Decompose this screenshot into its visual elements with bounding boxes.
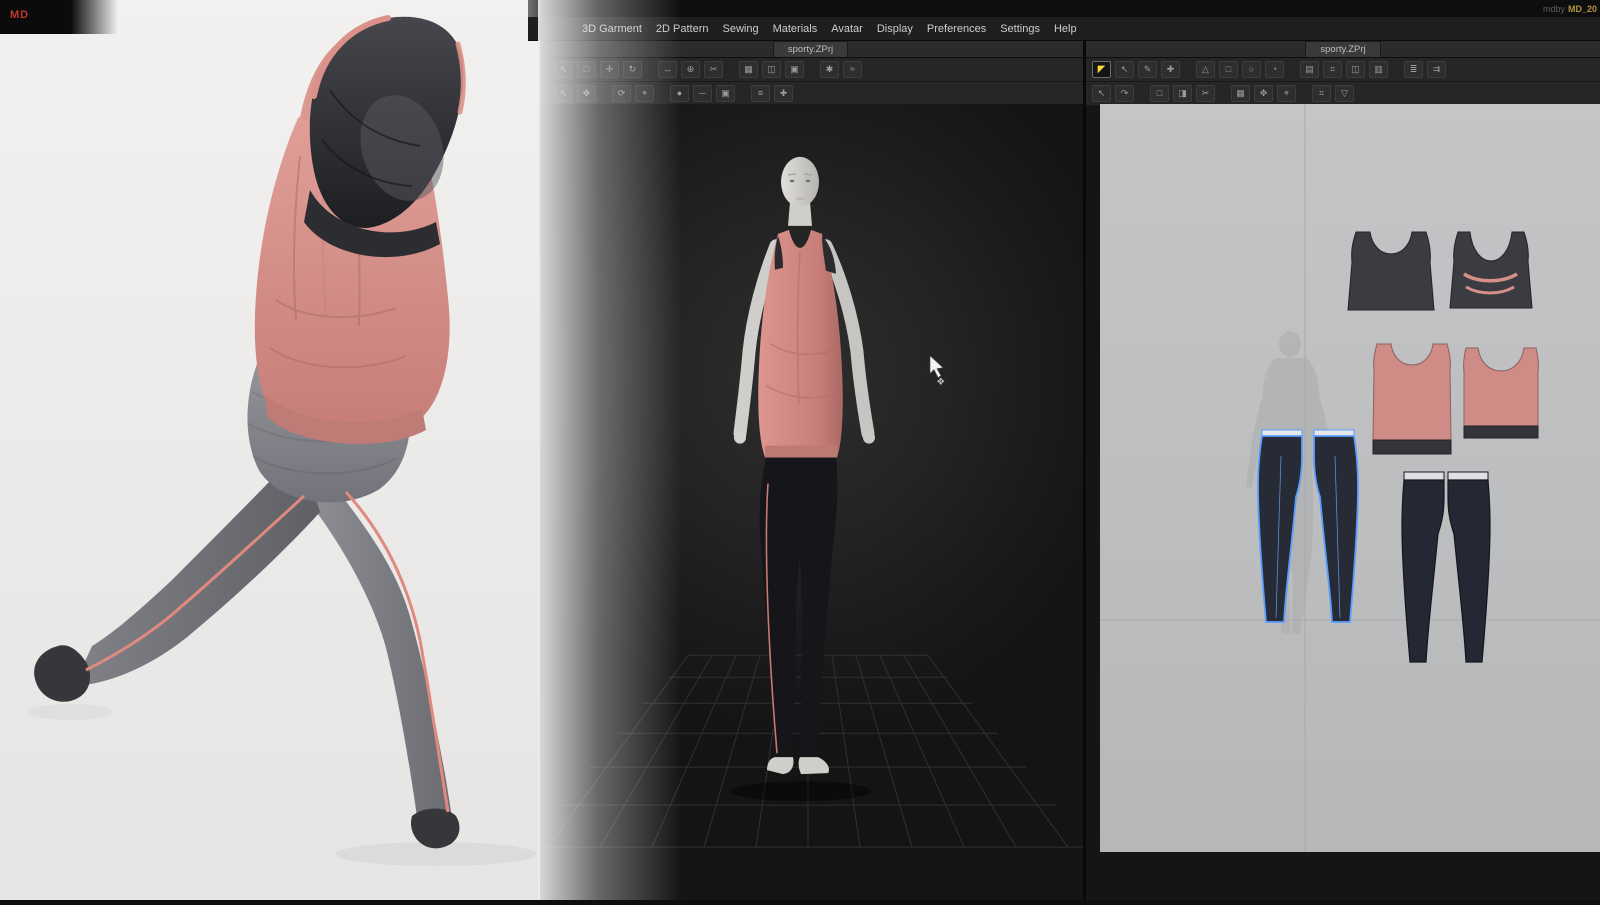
move-tool-icon[interactable]: ✥	[1254, 85, 1273, 102]
edit-pattern-icon[interactable]: ↖	[1115, 61, 1134, 78]
title-strip: mdby MD_20	[528, 0, 1600, 17]
menu-row: 3D Garment 2D Pattern Sewing Materials A…	[528, 17, 1600, 41]
measure-tool-icon[interactable]: ⌗	[1312, 85, 1331, 102]
app-window: sporty.ZPrj ↖ □ ✛ ↻ ↔ ⊕ ✂ ▦ ◫ ▣ ✱ ≈ ↖ ✥ …	[0, 0, 1600, 900]
point-icon[interactable]: ●	[670, 85, 689, 102]
menu-item-display[interactable]: Display	[870, 23, 920, 35]
mouse-cursor: ✥	[929, 354, 945, 387]
circle-tool-icon[interactable]: ○	[1242, 61, 1261, 78]
tab-sporty-3d[interactable]: sporty.ZPrj	[772, 40, 849, 57]
line-icon[interactable]: ─	[693, 85, 712, 102]
garment-render-image	[0, 0, 540, 900]
2d-window-tabbar: sporty.ZPrj	[1086, 40, 1600, 58]
3d-garment-window: sporty.ZPrj ↖ □ ✛ ↻ ↔ ⊕ ✂ ▦ ◫ ▣ ✱ ≈ ↖ ✥ …	[538, 40, 1083, 900]
box-tool-icon[interactable]: □	[1150, 85, 1169, 102]
pattern-piece-tank-front-dark[interactable]	[1347, 231, 1435, 311]
transform-pattern-icon[interactable]: ◤	[1092, 61, 1111, 78]
face-icon[interactable]: ▣	[716, 85, 735, 102]
add-point-icon[interactable]: ✚	[1161, 61, 1180, 78]
focus-icon[interactable]: ⌖	[635, 85, 654, 102]
grid-tool-icon[interactable]: ▦	[1231, 85, 1250, 102]
grading-icon[interactable]: ⌗	[1323, 61, 1342, 78]
select-tool-icon[interactable]: ↖	[554, 61, 573, 78]
list-icon[interactable]: ≡	[751, 85, 770, 102]
2d-pattern-canvas[interactable]	[1100, 104, 1600, 852]
box-select-icon[interactable]: □	[577, 61, 596, 78]
notch-icon[interactable]: ◫	[1346, 61, 1365, 78]
orbit-icon[interactable]: ⟳	[612, 85, 631, 102]
transform-icon[interactable]: ✥	[577, 85, 596, 102]
menu-bar: mdby MD_20 3D Garment 2D Pattern Sewing M…	[528, 0, 1600, 41]
add-icon[interactable]: ✚	[774, 85, 793, 102]
menu-item-avatar[interactable]: Avatar	[824, 23, 870, 35]
pin-icon[interactable]: ⊕	[681, 61, 700, 78]
rotate-icon[interactable]: ↻	[623, 61, 642, 78]
mirror-tool-icon[interactable]: ◨	[1173, 85, 1192, 102]
panel-pair-icon[interactable]: ◫	[762, 61, 781, 78]
target-tool-icon[interactable]: ⌖	[1277, 85, 1296, 102]
tab-sporty-2d[interactable]: sporty.ZPrj	[1305, 40, 1381, 57]
scale-icon[interactable]: ↔	[658, 61, 677, 78]
pattern-piece-tank-front-pink[interactable]	[1372, 343, 1452, 455]
polygon-tool-icon[interactable]: △	[1196, 61, 1215, 78]
menu-item-3d-garment[interactable]: 3D Garment	[575, 23, 649, 35]
layer-icon[interactable]: ≣	[1404, 61, 1423, 78]
rectangle-tool-icon[interactable]: □	[1219, 61, 1238, 78]
2d-pattern-window: sporty.ZPrj ◤ ↖ ✎ ✚ △ □ ○ ◔ ▤ ⌗ ◫ ▥ ≣ ⇉ …	[1086, 40, 1600, 900]
brand-logo-box: MD	[0, 0, 118, 34]
edit-curvature-icon[interactable]: ✎	[1138, 61, 1157, 78]
dart-tool-icon[interactable]: ◔	[1265, 61, 1284, 78]
select-2-icon[interactable]: ↖	[554, 85, 573, 102]
brand-logo: MD	[10, 9, 30, 21]
scissors-icon[interactable]: ✂	[704, 61, 723, 78]
cut-tool-icon[interactable]: ✂	[1196, 85, 1215, 102]
surface-icon[interactable]: ▣	[785, 61, 804, 78]
pattern-piece-tank-back-pink[interactable]	[1463, 347, 1539, 439]
2d-toolbar-row-1: ◤ ↖ ✎ ✚ △ □ ○ ◔ ▤ ⌗ ◫ ▥ ≣ ⇉	[1086, 58, 1600, 82]
3d-viewport[interactable]: ✥	[538, 104, 1083, 900]
pattern-piece-leggings-pair[interactable]	[1401, 471, 1491, 663]
menu-item-settings[interactable]: Settings	[993, 23, 1047, 35]
3d-toolbar-row-1: ↖ □ ✛ ↻ ↔ ⊕ ✂ ▦ ◫ ▣ ✱ ≈	[538, 58, 1083, 82]
watermark: mdby MD_20	[1542, 4, 1597, 14]
menu-item-help[interactable]: Help	[1047, 23, 1084, 35]
panel-divider	[1083, 40, 1086, 900]
select-pattern-icon[interactable]: ↖	[1092, 85, 1111, 102]
pattern-piece-tank-back-dark[interactable]	[1449, 231, 1533, 309]
menu-item-materials[interactable]: Materials	[766, 23, 825, 35]
seam-allowance-icon[interactable]: ▥	[1369, 61, 1388, 78]
3d-window-tabbar: sporty.ZPrj	[538, 40, 1083, 58]
rotate-pattern-icon[interactable]: ↷	[1115, 85, 1134, 102]
move-gizmo-icon[interactable]: ✛	[600, 61, 619, 78]
menu-item-preferences[interactable]: Preferences	[920, 23, 993, 35]
2d-toolbar-row-2: ↖ ↷ □ ◨ ✂ ▦ ✥ ⌖ ⌗ ▽	[1086, 82, 1600, 106]
avatar-leggings	[759, 457, 838, 758]
internal-shape-icon[interactable]: ▤	[1300, 61, 1319, 78]
sync-icon[interactable]: ⇉	[1427, 61, 1446, 78]
menu-item-2d-pattern[interactable]: 2D Pattern	[649, 23, 716, 35]
fabric-icon[interactable]: ▦	[739, 61, 758, 78]
svg-text:✥: ✥	[937, 377, 945, 387]
wind-icon[interactable]: ≈	[843, 61, 862, 78]
settings-icon[interactable]: ✱	[820, 61, 839, 78]
texture-tool-icon[interactable]: ▽	[1335, 85, 1354, 102]
3d-toolbar-row-2: ↖ ✥ ⟳ ⌖ ● ─ ▣ ≡ ✚	[538, 82, 1083, 106]
avatar-3d[interactable]	[731, 156, 875, 802]
menu-item-sewing[interactable]: Sewing	[716, 23, 766, 35]
